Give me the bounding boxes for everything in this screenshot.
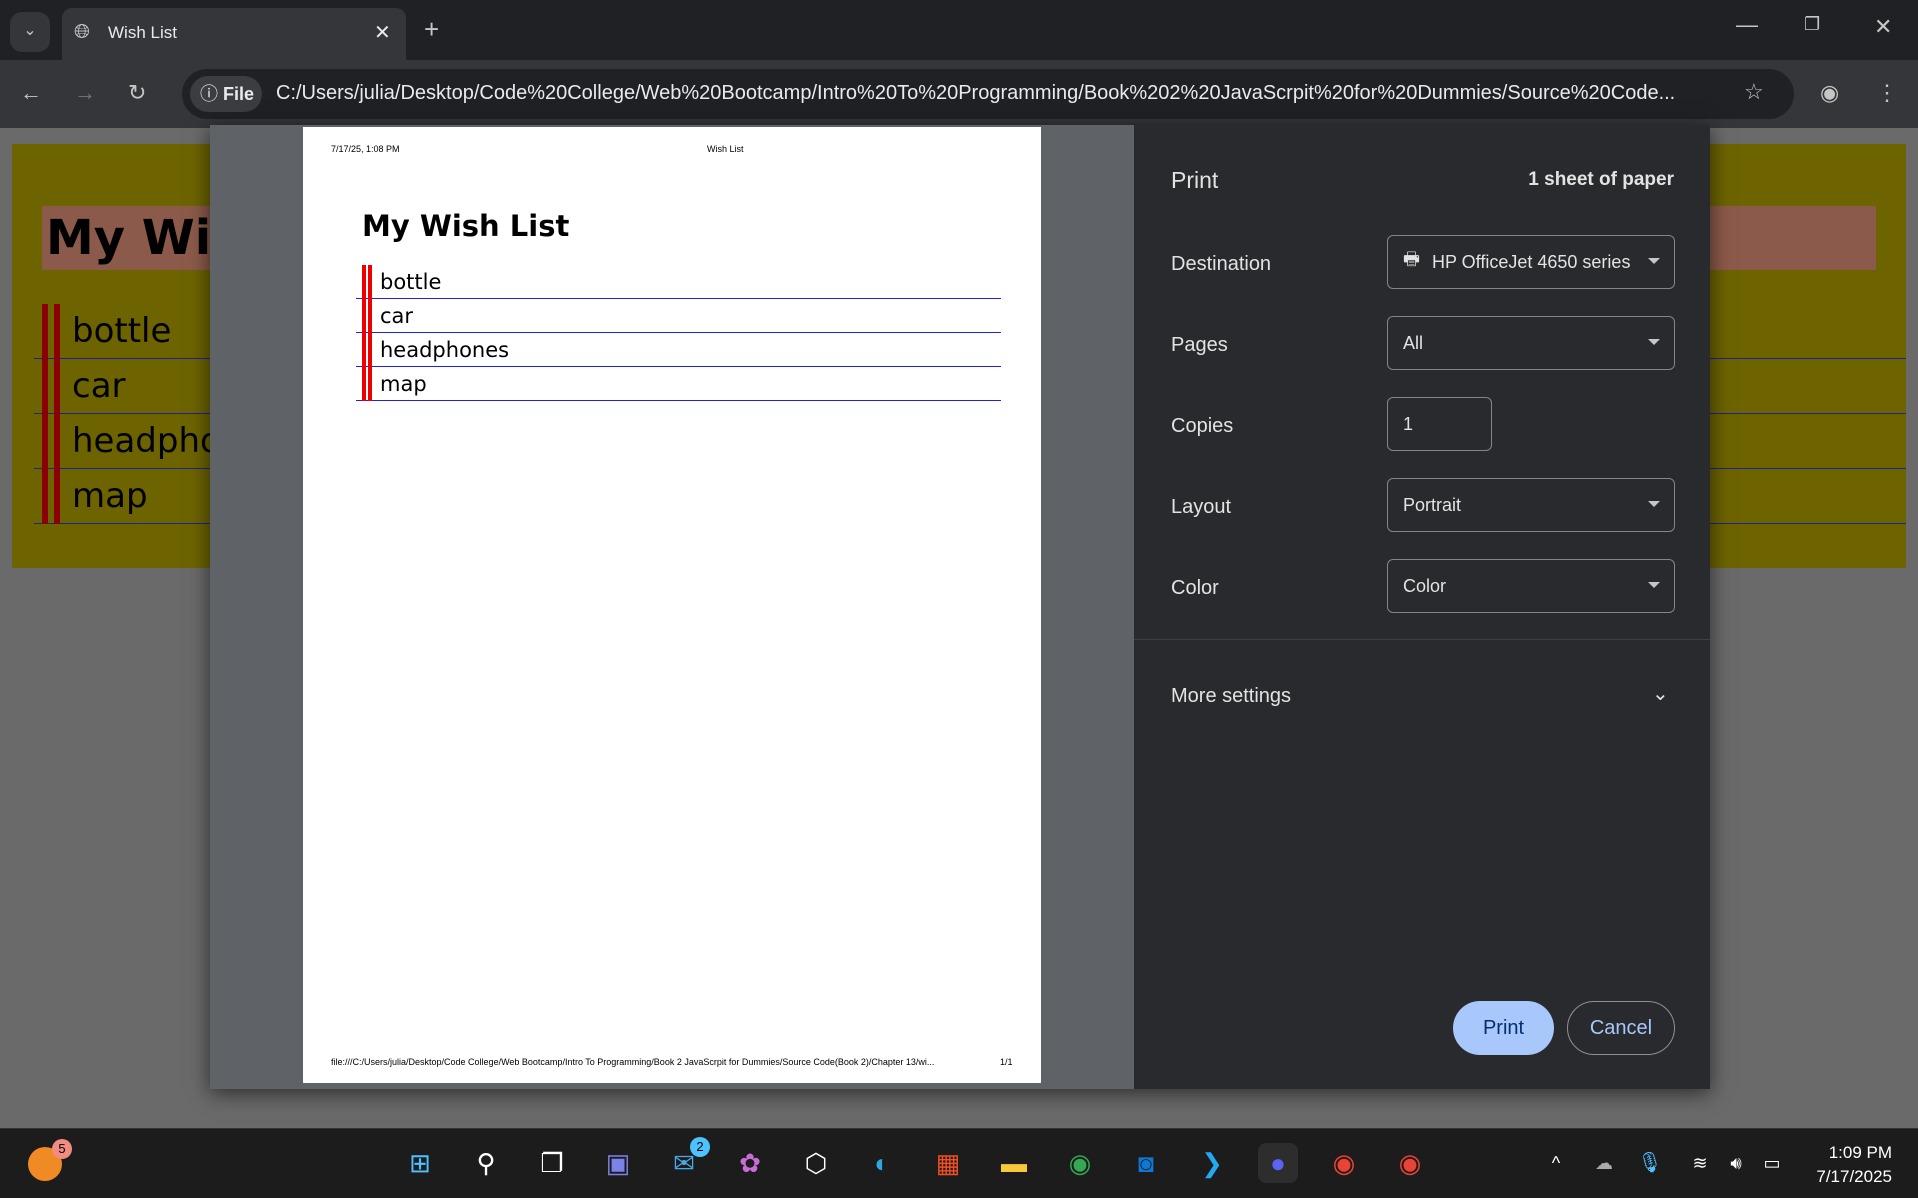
restore-button[interactable]: ❐ bbox=[1804, 14, 1820, 35]
menu-icon[interactable]: ⋮ bbox=[1876, 80, 1898, 106]
search-icon[interactable]: ⚲ bbox=[466, 1143, 506, 1183]
date: 7/17/2025 bbox=[1816, 1167, 1892, 1186]
wifi-icon[interactable]: ≋ bbox=[1680, 1143, 1720, 1183]
layout-value: Portrait bbox=[1403, 494, 1462, 515]
mail-icon[interactable]: ✉ 2 bbox=[664, 1137, 710, 1183]
destination-value: HP OfficeJet 4650 series bbox=[1432, 251, 1631, 272]
layout-select[interactable]: Portrait bbox=[1387, 478, 1675, 532]
sheet-count: 1 sheet of paper bbox=[1528, 169, 1674, 190]
chevron-down-icon: ⌄ bbox=[1652, 683, 1669, 705]
task-view-icon[interactable]: ❐ bbox=[532, 1143, 572, 1183]
destination-label: Destination bbox=[1171, 253, 1272, 275]
chrome-profile-icon[interactable]: ◉ bbox=[1324, 1143, 1364, 1183]
profile-icon[interactable]: ◉ bbox=[1820, 80, 1839, 106]
browser-toolbar: ← → ↻ ⓘ File C:/Users/julia/Desktop/Code… bbox=[0, 60, 1918, 128]
notification-badge: 5 bbox=[52, 1139, 72, 1159]
clock[interactable]: 1:09 PM 7/17/2025 bbox=[1816, 1141, 1892, 1189]
info-icon: ⓘ bbox=[200, 84, 218, 104]
preview-title: My Wish List bbox=[362, 209, 570, 243]
footer-url: file:///C:/Users/julia/Desktop/Code Coll… bbox=[331, 1057, 935, 1067]
preview-list-item: map bbox=[356, 367, 1001, 401]
tab-search-button[interactable]: ⌄ bbox=[10, 12, 50, 52]
discord-icon[interactable]: ● bbox=[1258, 1143, 1298, 1183]
minimize-button[interactable]: — bbox=[1736, 12, 1758, 38]
print-button[interactable]: Print bbox=[1453, 1001, 1554, 1055]
file-explorer-icon[interactable]: ▬ bbox=[994, 1143, 1034, 1183]
dropdown-icon bbox=[1648, 258, 1660, 264]
preview-page: 7/17/25, 1:08 PM Wish List My Wish List … bbox=[303, 127, 1041, 1083]
preview-list-item: bottle bbox=[356, 265, 1001, 299]
battery-icon[interactable]: ▭ bbox=[1752, 1143, 1792, 1183]
color-value: Color bbox=[1403, 575, 1447, 596]
reload-icon[interactable]: ↻ bbox=[128, 80, 146, 106]
bookmark-star-icon[interactable]: ☆ bbox=[1744, 79, 1764, 105]
preview-list-item: car bbox=[356, 299, 1001, 333]
print-settings: Print 1 sheet of paper Destination 🖶 HP O… bbox=[1134, 125, 1710, 1089]
dropdown-icon bbox=[1648, 501, 1660, 507]
teams-icon[interactable]: ▣ bbox=[598, 1143, 638, 1183]
vscode-icon[interactable]: ❯ bbox=[1192, 1143, 1232, 1183]
header-date: 7/17/25, 1:08 PM bbox=[331, 144, 400, 154]
color-select[interactable]: Color bbox=[1387, 559, 1675, 613]
dropdown-icon bbox=[1648, 339, 1660, 345]
tab-title: Wish List bbox=[108, 23, 177, 42]
preview-list-item: headphones bbox=[356, 333, 1001, 367]
address-bar[interactable]: ⓘ File C:/Users/julia/Desktop/Code%20Col… bbox=[182, 69, 1794, 119]
microphone-icon[interactable]: 🎙︎ bbox=[1630, 1143, 1670, 1183]
copies-input[interactable]: 1 bbox=[1387, 397, 1492, 451]
header-title: Wish List bbox=[707, 144, 744, 154]
weather-widget[interactable]: 5 bbox=[28, 1139, 72, 1181]
dropdown-icon bbox=[1648, 582, 1660, 588]
onedrive-icon[interactable]: ☁ bbox=[1584, 1143, 1624, 1183]
pages-select[interactable]: All bbox=[1387, 316, 1675, 370]
destination-select[interactable]: 🖶 HP OfficeJet 4650 series bbox=[1387, 235, 1675, 289]
copies-label: Copies bbox=[1171, 415, 1234, 437]
mail-badge: 2 bbox=[690, 1137, 710, 1157]
close-window-button[interactable]: ✕ bbox=[1874, 14, 1892, 40]
close-tab-icon[interactable]: ✕ bbox=[374, 20, 391, 45]
new-tab-button[interactable]: + bbox=[424, 14, 439, 45]
forward-icon[interactable]: → bbox=[74, 80, 96, 106]
site-info-chip[interactable]: ⓘ File bbox=[190, 76, 262, 112]
pages-label: Pages bbox=[1171, 334, 1228, 356]
outlook-icon[interactable]: ◙ bbox=[1126, 1143, 1166, 1183]
copies-value: 1 bbox=[1403, 413, 1414, 434]
printer-icon: 🖶 bbox=[1403, 249, 1420, 269]
more-settings-toggle[interactable]: More settings ⌄ bbox=[1134, 665, 1710, 725]
store-icon[interactable]: ▦ bbox=[928, 1143, 968, 1183]
chrome-icon[interactable]: ◉ bbox=[1060, 1143, 1100, 1183]
edge-icon[interactable]: ◐ bbox=[862, 1143, 902, 1183]
dialog-title: Print bbox=[1171, 167, 1219, 193]
chip-label: File bbox=[223, 84, 255, 104]
app-icon[interactable]: ⬡ bbox=[796, 1143, 836, 1183]
show-hidden-icons[interactable]: ^ bbox=[1536, 1143, 1576, 1183]
layout-label: Layout bbox=[1171, 496, 1232, 518]
footer-page: 1/1 bbox=[1000, 1057, 1013, 1067]
tab-wish-list[interactable]: 🌐︎ Wish List ✕ bbox=[62, 8, 406, 60]
copilot-icon[interactable]: ✿ bbox=[730, 1143, 770, 1183]
start-icon[interactable]: ⊞ bbox=[400, 1143, 440, 1183]
cancel-button[interactable]: Cancel bbox=[1567, 1001, 1675, 1055]
more-settings-label: More settings bbox=[1171, 685, 1292, 707]
print-preview: 7/17/25, 1:08 PM Wish List My Wish List … bbox=[210, 125, 1134, 1089]
url-text: C:/Users/julia/Desktop/Code%20College/We… bbox=[276, 82, 1676, 104]
back-icon[interactable]: ← bbox=[20, 80, 42, 106]
pages-value: All bbox=[1403, 332, 1424, 353]
time: 1:09 PM bbox=[1828, 1143, 1892, 1162]
globe-icon: 🌐︎ bbox=[74, 21, 90, 43]
color-label: Color bbox=[1171, 577, 1219, 599]
chrome-icon[interactable]: ◉ bbox=[1390, 1143, 1430, 1183]
volume-icon[interactable]: 🔊︎ bbox=[1716, 1143, 1756, 1183]
taskbar: 5 ⊞ ⚲ ❐ ▣ ✉ 2 ✿ ⬡ ◐ ▦ ▬ ◉ ◙ ❯ ● ◉ ◉ ^ ☁ 🎙… bbox=[0, 1128, 1918, 1198]
tab-strip: ⌄ 🌐︎ Wish List ✕ + — ❐ ✕ bbox=[0, 0, 1918, 60]
print-dialog: 7/17/25, 1:08 PM Wish List My Wish List … bbox=[210, 125, 1710, 1089]
divider bbox=[1134, 639, 1710, 640]
